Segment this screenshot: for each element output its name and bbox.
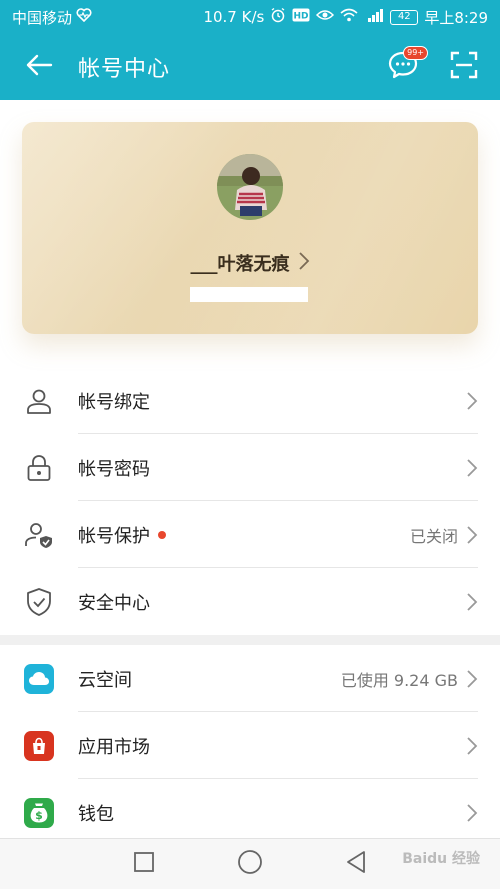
- item-label: 帐号绑定: [78, 391, 150, 413]
- carrier-label: 中国移动: [12, 8, 73, 27]
- item-label: 云空间: [78, 669, 132, 691]
- square-icon: [133, 852, 155, 877]
- profile-card[interactable]: ___叶落无痕: [22, 122, 478, 334]
- chevron-right-icon: [466, 391, 500, 411]
- account-password-item[interactable]: 帐号密码: [0, 434, 500, 501]
- storage-used: 已使用 9.24 GB: [340, 670, 458, 690]
- app-market-icon: [24, 730, 54, 761]
- protection-status: 已关闭: [409, 526, 458, 546]
- item-label: 帐号保护: [78, 525, 150, 547]
- account-settings-list: 帐号绑定 帐号密码 帐号保护 已关闭 安全中心: [0, 367, 500, 635]
- back-nav-button[interactable]: [345, 850, 367, 878]
- recents-button[interactable]: [133, 851, 155, 877]
- scan-button[interactable]: [450, 51, 478, 83]
- signal-icon: [364, 8, 384, 26]
- avatar[interactable]: [217, 154, 283, 220]
- status-bar: 中国移动 10.7 K/s HD 42 早上8:29: [0, 0, 500, 34]
- heart-icon: [76, 8, 92, 26]
- app-bar: 帐号中心 99+: [0, 34, 500, 100]
- watermark: Baidu 经验: [402, 851, 480, 867]
- alert-dot: [158, 530, 166, 539]
- battery-indicator: 42: [390, 9, 419, 25]
- section-divider: [0, 635, 500, 645]
- alarm-icon: [270, 7, 286, 27]
- item-label: 应用市场: [78, 736, 150, 758]
- back-arrow-icon: [25, 53, 53, 81]
- account-binding-item[interactable]: 帐号绑定: [0, 367, 500, 434]
- network-speed: 10.7 K/s: [203, 8, 265, 26]
- wallet-item[interactable]: $ 钱包: [0, 779, 500, 846]
- chevron-right-icon: [298, 251, 310, 275]
- wifi-icon: [340, 8, 358, 26]
- app-market-item[interactable]: 应用市场: [0, 712, 500, 779]
- back-button[interactable]: [0, 34, 78, 100]
- account-protection-item[interactable]: 帐号保护 已关闭: [0, 501, 500, 568]
- services-list: 云空间 已使用 9.24 GB 应用市场 $ 钱包: [0, 645, 500, 846]
- chevron-right-icon: [466, 525, 500, 545]
- page-title: 帐号中心: [78, 57, 171, 82]
- cloud-space-item[interactable]: 云空间 已使用 9.24 GB: [0, 645, 500, 712]
- redacted-account-id: [190, 287, 308, 302]
- eye-icon: [316, 8, 335, 26]
- chevron-right-icon: [466, 803, 500, 823]
- clock: 早上8:29: [424, 8, 488, 27]
- item-label: 帐号密码: [78, 458, 150, 480]
- scan-icon: [450, 51, 478, 83]
- svg-text:HD: HD: [294, 12, 309, 22]
- svg-text:$: $: [35, 809, 43, 822]
- circle-icon: [237, 850, 263, 879]
- lock-icon: [0, 454, 78, 482]
- message-count-badge: 99+: [403, 46, 428, 60]
- shield-check-icon: [0, 587, 78, 617]
- triangle-back-icon: [345, 851, 367, 878]
- person-shield-icon: [0, 521, 78, 549]
- chevron-right-icon: [466, 736, 500, 756]
- messages-button[interactable]: 99+: [386, 46, 428, 84]
- person-icon: [0, 387, 78, 415]
- cloud-icon: [24, 663, 54, 694]
- chevron-right-icon: [466, 458, 500, 478]
- item-label: 安全中心: [78, 592, 150, 614]
- hd-icon: HD: [292, 8, 310, 26]
- item-label: 钱包: [78, 803, 114, 825]
- home-button[interactable]: [237, 849, 263, 879]
- wallet-icon: $: [24, 797, 54, 828]
- username[interactable]: ___叶落无痕: [191, 250, 290, 276]
- security-center-item[interactable]: 安全中心: [0, 568, 500, 635]
- chevron-right-icon: [466, 669, 500, 689]
- chevron-right-icon: [466, 592, 500, 612]
